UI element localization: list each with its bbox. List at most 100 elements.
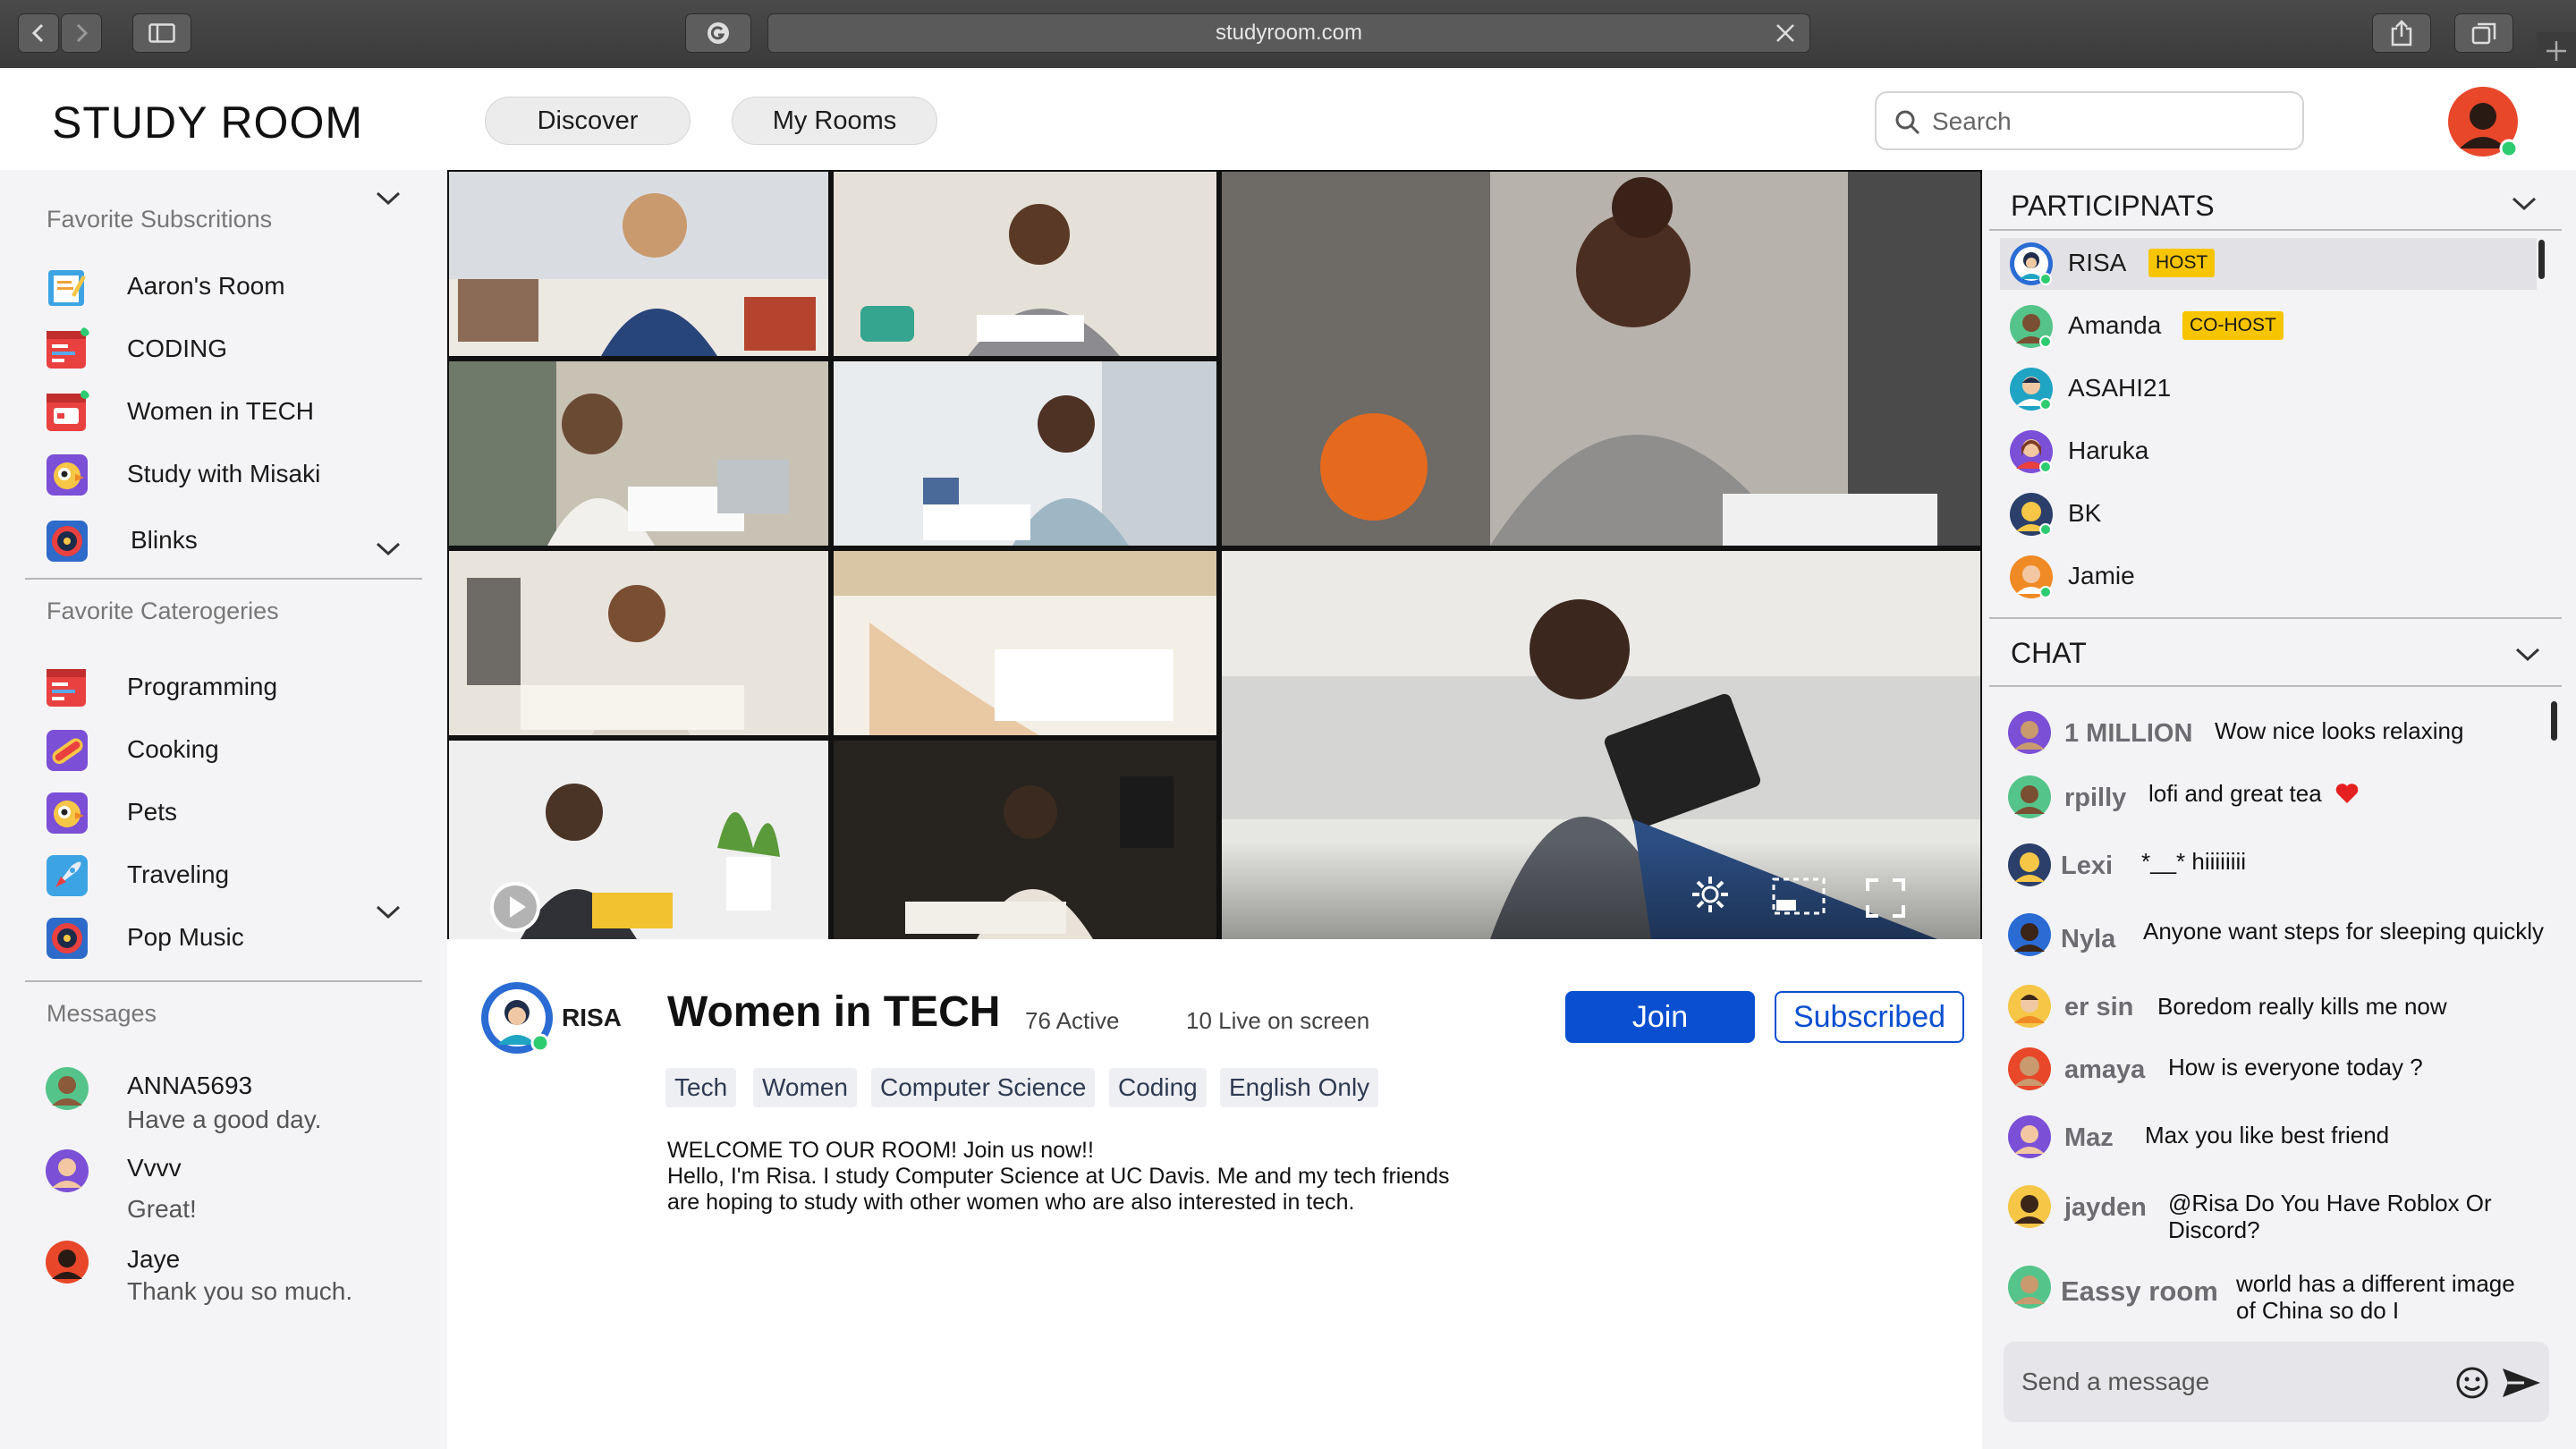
chat-sender[interactable]: jayden — [2064, 1193, 2147, 1223]
participant-item[interactable]: RISA HOST — [2000, 238, 2537, 290]
profile-avatar[interactable] — [2447, 86, 2519, 158]
host-avatar[interactable] — [479, 980, 555, 1055]
back-button[interactable] — [18, 13, 59, 53]
video-tile[interactable] — [449, 172, 828, 356]
video-tile-featured[interactable] — [1222, 172, 1980, 546]
extension-button[interactable] — [685, 13, 751, 53]
message-sender: Jaye — [127, 1245, 181, 1273]
video-tile-featured[interactable] — [1222, 551, 1980, 939]
video-tile[interactable] — [834, 172, 1216, 356]
message-preview: Thank you so much. — [127, 1277, 353, 1305]
picture-in-picture-icon[interactable] — [1771, 877, 1826, 916]
address-bar[interactable]: studyroom.com — [767, 13, 1810, 53]
video-tile[interactable] — [834, 361, 1216, 546]
gear-icon[interactable] — [1689, 873, 1732, 916]
chat-sender[interactable]: 1 MILLION — [2064, 719, 2192, 749]
sidebar-item-label: Women in TECH — [127, 397, 315, 425]
forward-button[interactable] — [61, 13, 102, 53]
send-icon[interactable] — [2501, 1365, 2542, 1401]
chat-sender[interactable]: Nyla — [2061, 925, 2115, 954]
participant-item[interactable]: Amanda CO-HOST — [2000, 301, 2537, 352]
avatar — [2008, 1115, 2051, 1158]
tab-my-rooms[interactable]: My Rooms — [732, 97, 937, 145]
chat-text: Wow nice looks relaxing — [2215, 717, 2464, 744]
avatar — [2010, 555, 2053, 598]
room-title: Women in TECH — [667, 988, 1001, 1036]
chat-text: of China so do I — [2236, 1297, 2400, 1324]
video-tile[interactable] — [449, 551, 828, 735]
app-logo[interactable]: STUDY ROOM — [52, 97, 363, 148]
tag-women[interactable]: Women — [753, 1068, 857, 1107]
chat-text: @Risa Do You Have Roblox Or — [2168, 1190, 2492, 1216]
calendar-window-icon — [47, 390, 89, 431]
code-window-icon — [47, 669, 86, 707]
subscribed-button[interactable]: Subscribed — [1775, 991, 1964, 1043]
avatar — [2008, 711, 2051, 754]
chat-text: Discord? — [2168, 1216, 2260, 1243]
chat-sender[interactable]: Lexi — [2061, 852, 2113, 881]
host-name[interactable]: RISA — [562, 1004, 622, 1032]
tab-discover[interactable]: Discover — [485, 97, 691, 145]
panel-divider — [1989, 617, 2562, 619]
chat-sender[interactable]: rpilly — [2064, 784, 2126, 813]
sidebar-toggle-button[interactable] — [132, 13, 191, 53]
vinyl-icon — [47, 918, 88, 959]
video-tile[interactable] — [834, 551, 1216, 735]
tag-english-only[interactable]: English Only — [1220, 1068, 1379, 1107]
play-icon[interactable] — [488, 880, 542, 934]
chat-sender[interactable]: er sin — [2064, 993, 2133, 1022]
participant-item[interactable]: BK — [2000, 488, 2537, 540]
participant-name: BK — [2068, 499, 2102, 527]
emoji-icon[interactable] — [2454, 1365, 2490, 1401]
participants-scrollbar[interactable] — [2538, 240, 2545, 279]
messages-title: Messages — [47, 1000, 157, 1027]
chat-text: *__* hiiiiiiii — [2141, 848, 2247, 875]
join-button[interactable]: Join — [1565, 991, 1755, 1043]
chevron-down-icon[interactable] — [374, 540, 402, 558]
participant-item[interactable]: Haruka — [2000, 426, 2537, 478]
new-tab-button[interactable] — [2537, 32, 2576, 68]
participant-item[interactable]: Jamie — [2000, 551, 2537, 603]
chat-sender[interactable]: Maz — [2064, 1123, 2114, 1153]
tag-tech[interactable]: Tech — [665, 1068, 737, 1107]
share-button[interactable] — [2372, 13, 2431, 53]
search-input[interactable] — [1932, 104, 2290, 140]
chevron-down-icon[interactable] — [374, 903, 402, 921]
chat-sender[interactable]: Eassy room — [2061, 1275, 2218, 1308]
avatar — [2008, 843, 2051, 886]
chat-scrollbar[interactable] — [2551, 701, 2557, 741]
sidebar-item-label: Aaron's Room — [127, 272, 285, 300]
tag-coding[interactable]: Coding — [1109, 1068, 1207, 1107]
avatar — [2010, 305, 2053, 348]
close-icon[interactable] — [1775, 14, 1795, 64]
search-box[interactable] — [1875, 91, 2304, 150]
chat-text: Boredom really kills me now — [2157, 993, 2447, 1020]
chevron-down-icon[interactable] — [2510, 195, 2538, 213]
chevron-down-icon[interactable] — [2513, 646, 2542, 664]
share-icon — [2391, 20, 2412, 47]
chevron-left-icon — [31, 23, 44, 43]
video-tile[interactable] — [449, 741, 828, 939]
video-tile[interactable] — [834, 741, 1216, 939]
participant-item[interactable]: ASAHI21 — [2000, 363, 2537, 415]
tag-computer-science[interactable]: Computer Science — [871, 1068, 1096, 1107]
video-tile[interactable] — [449, 361, 828, 546]
message-sender: Vvvv — [127, 1154, 182, 1182]
sidebar-icon — [148, 23, 175, 43]
chevron-down-icon[interactable] — [374, 190, 402, 208]
avatar — [2008, 1266, 2051, 1309]
avatar — [2008, 775, 2051, 818]
fullscreen-icon[interactable] — [1864, 877, 1907, 919]
sidebar-divider — [25, 980, 422, 982]
avatar — [2010, 368, 2053, 411]
chat-text: lofi and great tea — [2148, 780, 2322, 807]
bird-icon — [47, 792, 88, 834]
message-composer — [2004, 1342, 2549, 1422]
chat-sender[interactable]: amaya — [2064, 1055, 2145, 1085]
code-window-icon — [47, 327, 89, 369]
send-message-input[interactable] — [2021, 1363, 2424, 1401]
role-badge: HOST — [2148, 249, 2216, 277]
tabs-button[interactable] — [2454, 13, 2513, 53]
sidebar-item-label: CODING — [127, 335, 227, 362]
role-badge: CO-HOST — [2182, 311, 2284, 340]
